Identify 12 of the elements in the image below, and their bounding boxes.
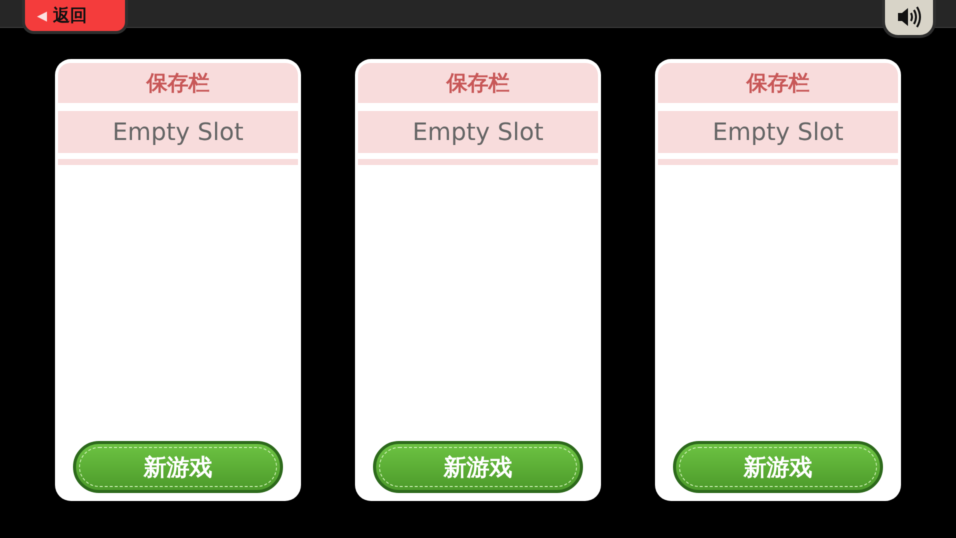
slot-header: 保存栏	[58, 63, 298, 103]
slot-header: 保存栏	[358, 63, 598, 103]
new-game-button[interactable]: 新游戏	[373, 441, 583, 493]
slot-status: Empty Slot	[58, 111, 298, 153]
new-game-button[interactable]: 新游戏	[73, 441, 283, 493]
slot-status: Empty Slot	[658, 111, 898, 153]
back-button[interactable]: ◀ 返回	[22, 0, 128, 34]
slot-header: 保存栏	[658, 63, 898, 103]
sound-button[interactable]	[882, 0, 936, 38]
speaker-icon	[896, 4, 922, 28]
new-game-button[interactable]: 新游戏	[673, 441, 883, 493]
slot-status: Empty Slot	[358, 111, 598, 153]
